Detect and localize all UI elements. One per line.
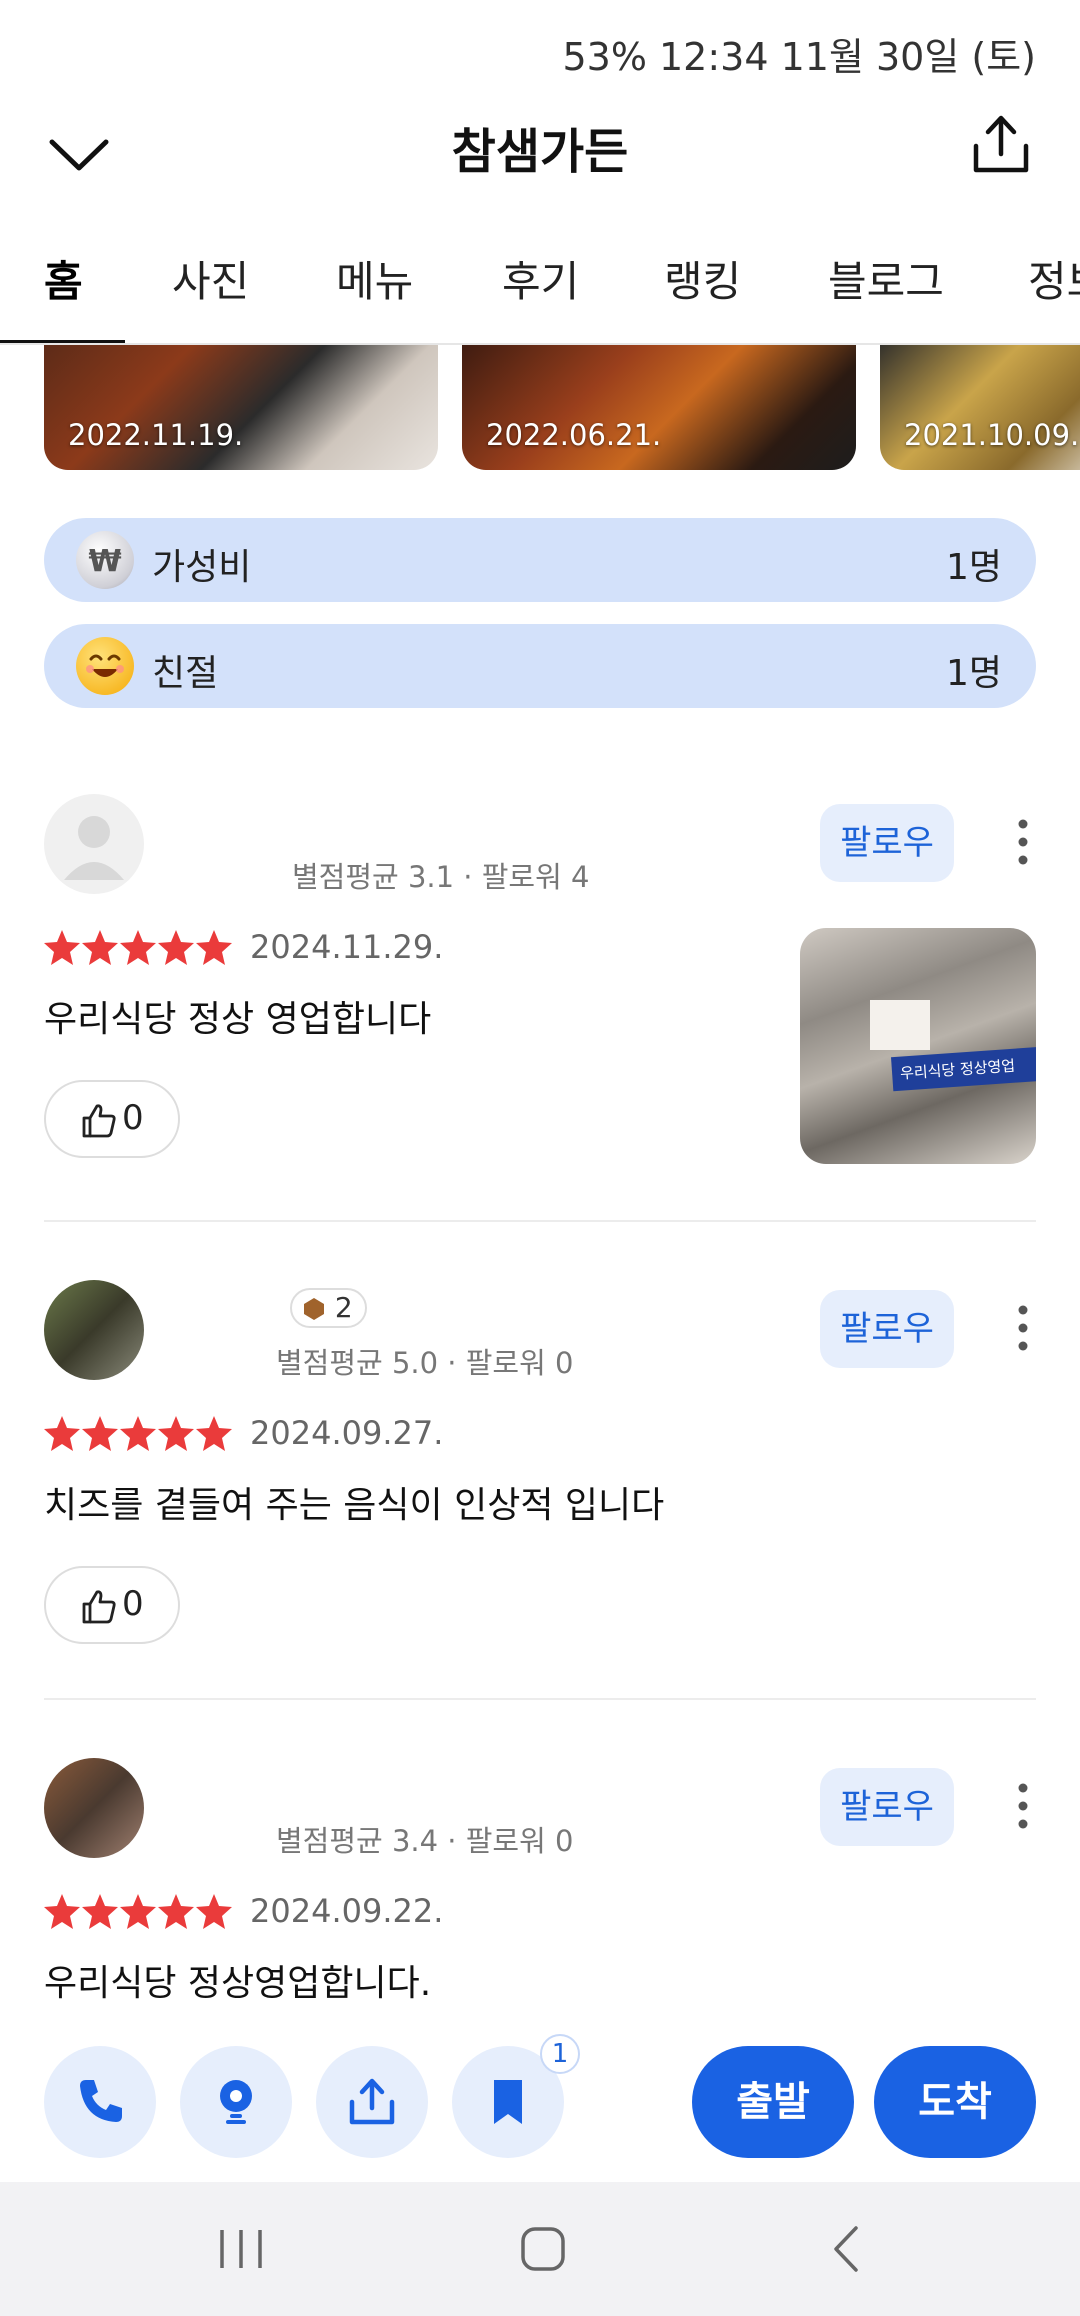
building-window <box>870 1000 930 1050</box>
follow-button[interactable]: 팔로우 <box>820 1290 954 1368</box>
photo-strip: 2022.11.19. 2022.06.21. 2021.10.09. <box>0 345 1080 475</box>
tab-menu[interactable]: 메뉴 <box>336 248 413 309</box>
level-number: 2 <box>334 1291 353 1324</box>
keyword-count: 1명 <box>945 653 1002 694</box>
street-view-icon <box>220 2080 252 2124</box>
thumbs-up-icon <box>82 1590 116 1624</box>
follow-button[interactable]: 팔로우 <box>820 804 954 882</box>
thumbs-up-icon <box>82 1104 116 1138</box>
status-bar: 53% 12:34 11월 30일 (토) <box>0 0 1080 100</box>
avatar[interactable] <box>44 1280 144 1380</box>
won-coin-icon: ₩ <box>76 531 134 589</box>
call-button[interactable] <box>44 2046 156 2158</box>
like-button[interactable]: 0 <box>44 1566 180 1644</box>
phone-icon <box>80 2080 122 2122</box>
star-rating <box>44 1416 232 1451</box>
like-button[interactable]: 0 <box>44 1080 180 1158</box>
system-navigation-bar <box>0 2182 1080 2316</box>
svg-text:₩: ₩ <box>88 544 121 579</box>
photo-date: 2022.11.19. <box>68 418 244 452</box>
depart-button[interactable]: 출발 <box>692 2046 854 2158</box>
review-date: 2024.09.27. <box>250 1414 444 1452</box>
status-text: 53% 12:34 11월 30일 (토) <box>562 35 1036 79</box>
star-rating <box>44 1894 232 1929</box>
keyword-label: 친절 <box>152 653 219 694</box>
star-rating <box>44 930 232 965</box>
tab-bar: 홈 사진 메뉴 후기 랭킹 블로그 정보 <box>0 230 1080 345</box>
follow-button[interactable]: 팔로우 <box>820 1768 954 1846</box>
like-count: 0 <box>122 1098 144 1138</box>
review-date: 2024.09.22. <box>250 1892 444 1930</box>
more-options-icon[interactable] <box>1008 812 1038 872</box>
more-options-icon[interactable] <box>1008 1776 1038 1836</box>
reviewer-stats: 별점평균 3.1 · 팔로워 4 <box>292 860 590 894</box>
photo-thumbnail[interactable]: 2022.11.19. <box>44 345 438 470</box>
tab-info[interactable]: 정보 <box>1028 248 1080 309</box>
keyword-label: 가성비 <box>152 547 252 588</box>
more-options-icon[interactable] <box>1008 1298 1038 1358</box>
review-text: 치즈를 곁들여 주는 음식이 인상적 입니다 <box>44 1485 665 1526</box>
share-icon <box>349 2078 395 2125</box>
tab-reviews[interactable]: 후기 <box>502 248 579 309</box>
page-title: 참샘가든 <box>451 124 629 180</box>
review-text: 우리식당 정상영업합니다. <box>44 1963 432 2004</box>
photo-thumbnail[interactable]: 2022.06.21. <box>462 345 856 470</box>
tab-home[interactable]: 홈 <box>44 248 83 309</box>
bookmark-count-badge: 1 <box>540 2034 580 2074</box>
street-view-button[interactable] <box>180 2046 292 2158</box>
arrive-button[interactable]: 도착 <box>874 2046 1036 2158</box>
reviewer-stats: 별점평균 3.4 · 팔로워 0 <box>276 1824 574 1858</box>
share-icon[interactable] <box>966 110 1036 180</box>
smile-emoji-icon <box>76 637 134 695</box>
bookmark-icon <box>494 2080 522 2124</box>
keyword-chip[interactable]: 친절 1명 <box>44 624 1036 708</box>
header: 참샘가든 <box>0 100 1080 210</box>
tab-blog[interactable]: 블로그 <box>828 248 944 309</box>
bottom-action-bar: 1 출발 도착 <box>0 2030 1080 2180</box>
back-icon[interactable] <box>826 2224 866 2274</box>
home-icon[interactable] <box>518 2224 568 2274</box>
hexagon-badge-icon <box>304 1298 324 1320</box>
banner-sign: 우리식당 정상영업 <box>890 1046 1036 1092</box>
share-button[interactable] <box>316 2046 428 2158</box>
reviewer-stats: 별점평균 5.0 · 팔로워 0 <box>276 1346 574 1380</box>
avatar[interactable] <box>44 1758 144 1858</box>
photo-date: 2021.10.09. <box>904 418 1080 452</box>
tab-ranking[interactable]: 랭킹 <box>664 248 741 309</box>
photo-thumbnail[interactable]: 2021.10.09. <box>880 345 1080 470</box>
like-count: 0 <box>122 1584 144 1624</box>
level-badge: 2 <box>290 1288 367 1328</box>
avatar[interactable] <box>44 794 144 894</box>
recent-apps-icon[interactable] <box>216 2226 266 2272</box>
review-text: 우리식당 정상 영업합니다 <box>44 999 432 1040</box>
photo-date: 2022.06.21. <box>486 418 662 452</box>
divider <box>44 1220 1036 1222</box>
divider <box>44 1698 1036 1700</box>
review-date: 2024.11.29. <box>250 928 444 966</box>
keyword-count: 1명 <box>945 547 1002 588</box>
review-photo[interactable]: 우리식당 정상영업 <box>800 928 1036 1164</box>
tab-photos[interactable]: 사진 <box>172 248 249 309</box>
keyword-chip[interactable]: ₩ 가성비 1명 <box>44 518 1036 602</box>
